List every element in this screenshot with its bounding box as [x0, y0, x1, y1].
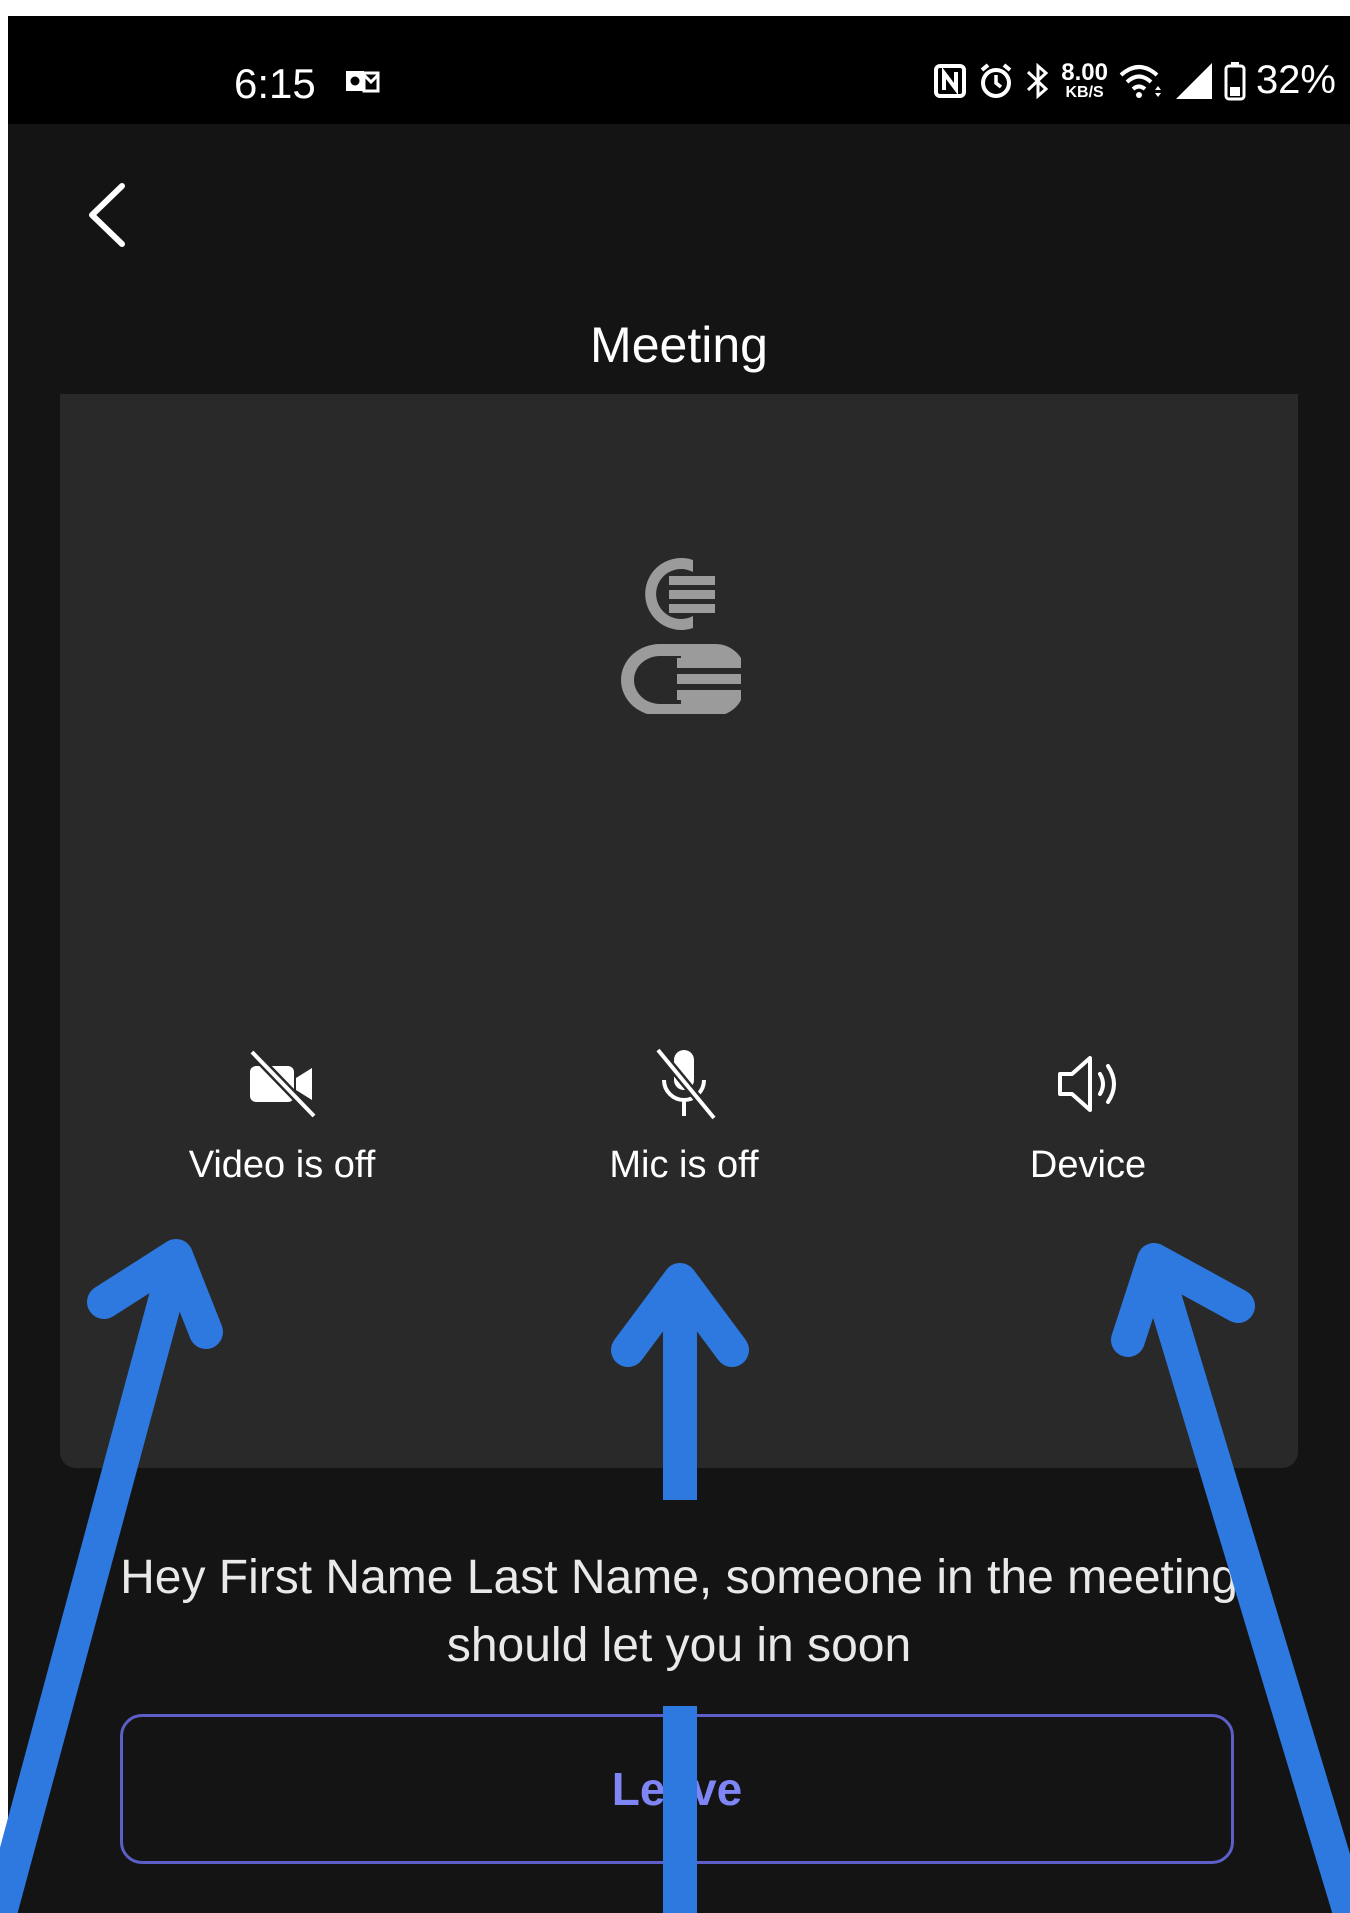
bluetooth-icon	[1027, 62, 1049, 99]
mic-toggle-button[interactable]: Mic is off	[554, 1044, 814, 1187]
page-title: Meeting	[590, 317, 768, 373]
battery-icon	[1224, 61, 1246, 100]
alarm-icon	[980, 62, 1012, 98]
lobby-message: Hey First Name Last Name, someone in the…	[120, 1551, 1238, 1672]
app-frame: 6:15 8.00 KB/S 32% Meeting Video is off …	[8, 16, 1350, 1913]
audio-device-button[interactable]: Device	[958, 1044, 1218, 1187]
network-speed-value: 8.00	[1061, 58, 1108, 86]
status-bar: 6:15 8.00 KB/S 32%	[8, 16, 1350, 124]
wifi-icon	[1119, 64, 1161, 98]
outlook-notification-icon	[346, 71, 380, 93]
leave-button[interactable]: Leave	[120, 1714, 1234, 1864]
leave-button-label: Leave	[611, 1763, 743, 1815]
status-icons: 8.00 KB/S 32%	[933, 58, 1336, 103]
video-toggle-button[interactable]: Video is off	[152, 1044, 412, 1187]
nfc-icon	[934, 63, 967, 98]
mic-off-icon	[654, 1047, 718, 1121]
avatar-placeholder-icon	[621, 558, 741, 714]
video-off-icon	[248, 1048, 318, 1120]
battery-percent: 32%	[1255, 58, 1336, 102]
network-speed: 8.00 KB/S	[1061, 58, 1108, 101]
speaker-icon	[1058, 1056, 1116, 1112]
back-chevron-icon[interactable]	[82, 180, 132, 250]
signal-icon	[1175, 62, 1212, 99]
status-time: 6:15	[234, 60, 316, 107]
device-label: Device	[1029, 1144, 1147, 1186]
video-preview: Video is off Mic is off Device	[60, 394, 1298, 1468]
network-speed-unit: KB/S	[1065, 83, 1104, 101]
video-status-label: Video is off	[188, 1144, 376, 1186]
mic-status-label: Mic is off	[609, 1144, 759, 1186]
